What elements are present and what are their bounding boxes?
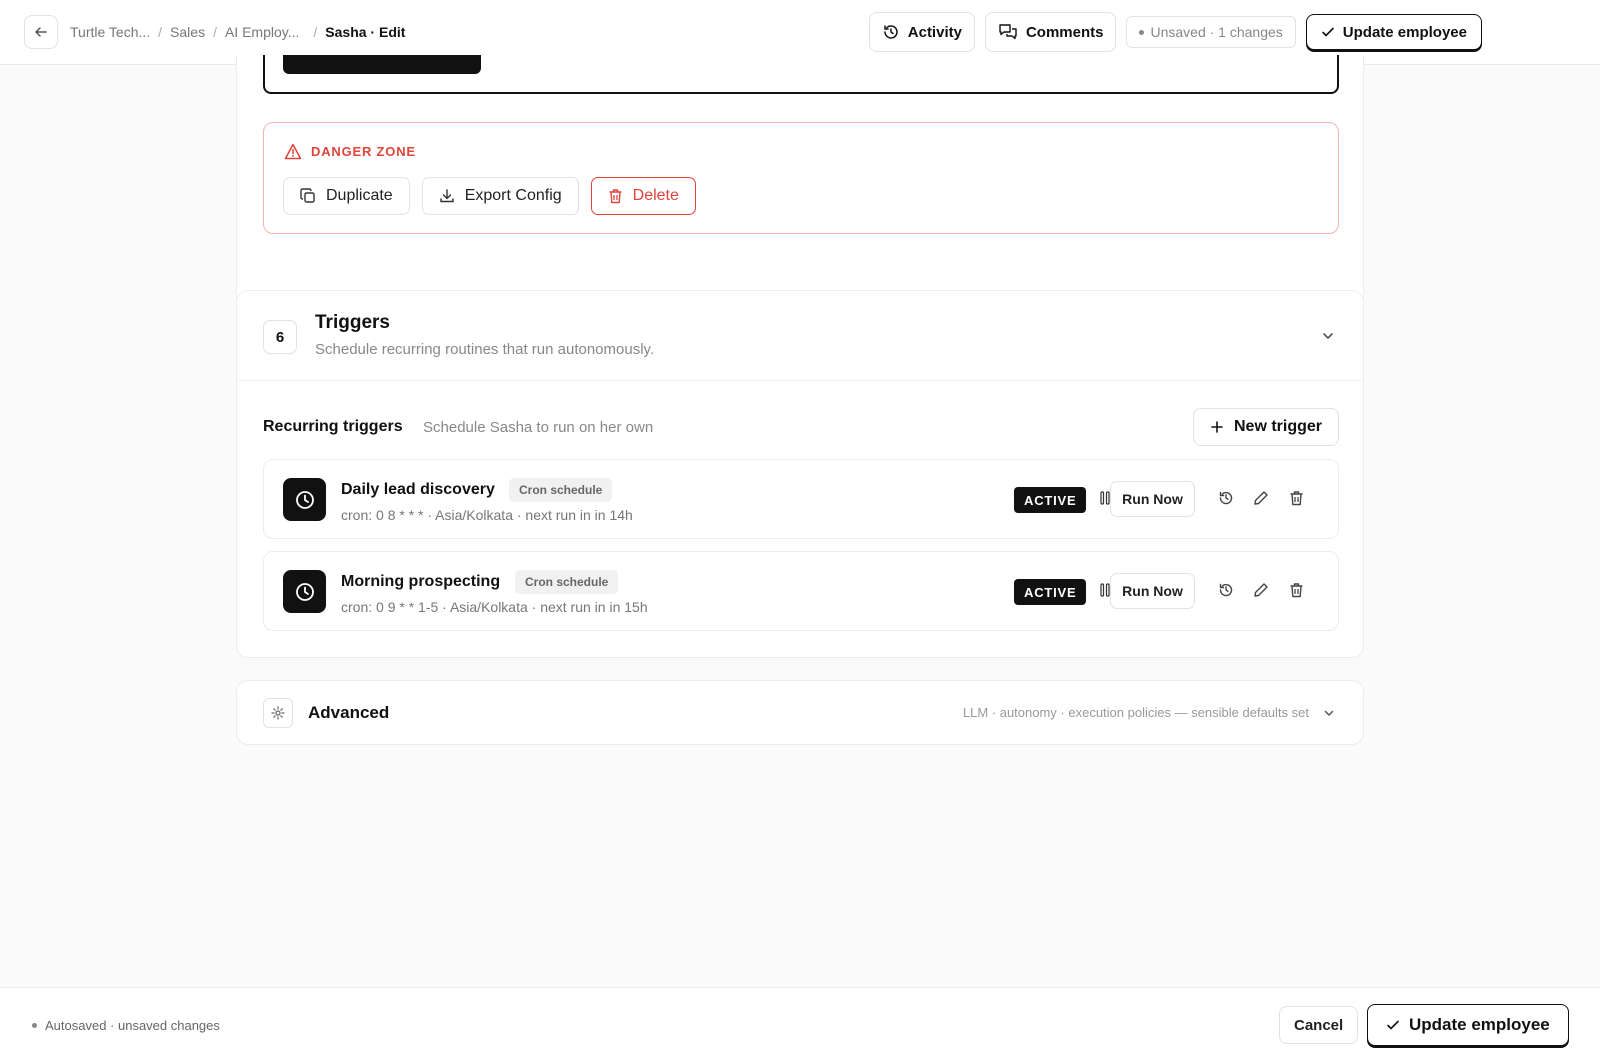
trigger-name: Morning prospecting bbox=[341, 573, 501, 590]
plus-icon bbox=[1211, 421, 1223, 433]
autosave-status: Autosaved · unsaved changes bbox=[32, 1018, 220, 1033]
breadcrumb-current: Sasha · Edit bbox=[325, 24, 406, 40]
breadcrumb-separator: / bbox=[313, 24, 318, 40]
status-badge: ACTIVE bbox=[1014, 487, 1087, 513]
danger-zone-actions: Duplicate Export Config Delete bbox=[283, 177, 696, 215]
history-icon[interactable] bbox=[1218, 490, 1234, 506]
check-icon bbox=[1387, 1020, 1399, 1030]
trash-icon[interactable] bbox=[1289, 582, 1304, 598]
check-icon bbox=[1321, 27, 1334, 37]
triggers-subtitle: Schedule recurring routines that run aut… bbox=[315, 341, 655, 358]
header-actions: Activity Comments Unsaved · 1 changes Up… bbox=[868, 12, 1482, 52]
trigger-description: cron: 0 8 * * * · Asia/Kolkata · next ru… bbox=[341, 507, 633, 523]
activity-label: Activity bbox=[907, 23, 962, 41]
cancel-button[interactable]: Cancel bbox=[1279, 1006, 1359, 1044]
recurring-triggers-label: Recurring triggers bbox=[263, 418, 403, 435]
pause-icon[interactable] bbox=[1100, 582, 1110, 598]
status-badge: ACTIVE bbox=[1014, 579, 1087, 605]
unsaved-label: Unsaved · 1 changes bbox=[1150, 24, 1283, 40]
triggers-card: 6 Triggers Schedule recurring routines t… bbox=[236, 290, 1364, 658]
previous-section-button[interactable] bbox=[283, 55, 481, 74]
trigger-description: cron: 0 9 * * 1-5 · Asia/Kolkata · next … bbox=[341, 599, 648, 615]
trash-icon[interactable] bbox=[1289, 490, 1304, 506]
danger-zone: DANGER ZONE Duplicate Export Config Dele… bbox=[263, 122, 1339, 234]
activity-button[interactable]: Activity bbox=[868, 12, 975, 52]
gear-icon bbox=[263, 698, 293, 728]
breadcrumb: Turtle Tech... / Sales / AI Employ... / … bbox=[70, 24, 405, 40]
update-employee-label: Update employee bbox=[1342, 23, 1467, 41]
status-dot-icon bbox=[32, 1023, 37, 1028]
edit-icon[interactable] bbox=[1253, 490, 1269, 506]
breadcrumb-separator: / bbox=[213, 24, 217, 40]
pause-icon[interactable] bbox=[1100, 490, 1110, 506]
danger-zone-title: DANGER ZONE bbox=[284, 143, 416, 160]
breadcrumb-section[interactable]: AI Employ... bbox=[225, 24, 299, 40]
trigger-type-badge: Cron schedule bbox=[509, 478, 613, 502]
edit-icon[interactable] bbox=[1253, 582, 1269, 598]
breadcrumb-workspace[interactable]: Turtle Tech... bbox=[70, 24, 150, 40]
run-now-button[interactable]: Run Now bbox=[1110, 481, 1195, 517]
clock-icon bbox=[283, 478, 326, 521]
advanced-card[interactable]: Advanced LLM · autonomy · execution poli… bbox=[236, 680, 1364, 745]
duplicate-button[interactable]: Duplicate bbox=[283, 177, 410, 215]
triggers-header[interactable]: 6 Triggers Schedule recurring routines t… bbox=[237, 291, 1363, 381]
section-number-badge: 6 bbox=[263, 320, 297, 354]
history-icon bbox=[884, 25, 898, 39]
comments-label: Comments bbox=[1025, 23, 1104, 41]
arrow-left-icon bbox=[35, 27, 47, 37]
history-icon[interactable] bbox=[1218, 582, 1234, 598]
previous-section-box bbox=[263, 55, 1339, 94]
recurring-triggers-subtitle: Schedule Sasha to run on her own bbox=[423, 419, 654, 436]
warning-icon bbox=[284, 143, 302, 160]
delete-button[interactable]: Delete bbox=[590, 177, 696, 215]
trigger-name: Daily lead discovery bbox=[341, 481, 495, 498]
breadcrumb-department[interactable]: Sales bbox=[170, 24, 205, 40]
trigger-row: Morning prospecting Cron schedule cron: … bbox=[263, 551, 1339, 631]
new-trigger-button[interactable]: New trigger bbox=[1192, 408, 1339, 446]
export-config-label: Export Config bbox=[464, 187, 562, 204]
footer-bar: Autosaved · unsaved changes Cancel Updat… bbox=[0, 987, 1600, 1058]
trash-icon bbox=[609, 189, 622, 204]
duplicate-label: Duplicate bbox=[326, 187, 393, 204]
trigger-type-badge: Cron schedule bbox=[515, 570, 619, 594]
triggers-title: Triggers bbox=[315, 312, 390, 333]
clock-icon bbox=[283, 570, 326, 613]
chevron-down-icon[interactable] bbox=[1321, 329, 1335, 343]
delete-label: Delete bbox=[632, 187, 679, 204]
footer-update-employee-button[interactable]: Update employee bbox=[1367, 1004, 1569, 1046]
new-trigger-label: New trigger bbox=[1233, 418, 1322, 435]
back-button[interactable] bbox=[24, 15, 58, 49]
trigger-row: Daily lead discovery Cron schedule cron:… bbox=[263, 459, 1339, 539]
update-employee-button[interactable]: Update employee bbox=[1305, 14, 1482, 50]
recurring-triggers-header: Recurring triggers Schedule Sasha to run… bbox=[263, 408, 1339, 446]
advanced-summary: LLM · autonomy · execution policies — se… bbox=[962, 705, 1309, 720]
comments-icon bbox=[999, 24, 1017, 40]
comments-button[interactable]: Comments bbox=[984, 12, 1117, 52]
download-icon bbox=[440, 189, 454, 203]
chevron-down-icon[interactable] bbox=[1323, 707, 1335, 719]
footer-update-employee-label: Update employee bbox=[1409, 1015, 1550, 1034]
autosave-label: Autosaved · unsaved changes bbox=[45, 1018, 220, 1033]
run-now-button[interactable]: Run Now bbox=[1110, 573, 1195, 609]
copy-icon bbox=[300, 188, 315, 203]
breadcrumb-separator: / bbox=[158, 24, 163, 40]
danger-zone-label: DANGER ZONE bbox=[311, 144, 416, 159]
status-dot-icon bbox=[1139, 29, 1145, 35]
export-config-button[interactable]: Export Config bbox=[421, 177, 579, 215]
unsaved-status-badge: Unsaved · 1 changes bbox=[1126, 16, 1296, 48]
advanced-title: Advanced bbox=[308, 703, 390, 722]
